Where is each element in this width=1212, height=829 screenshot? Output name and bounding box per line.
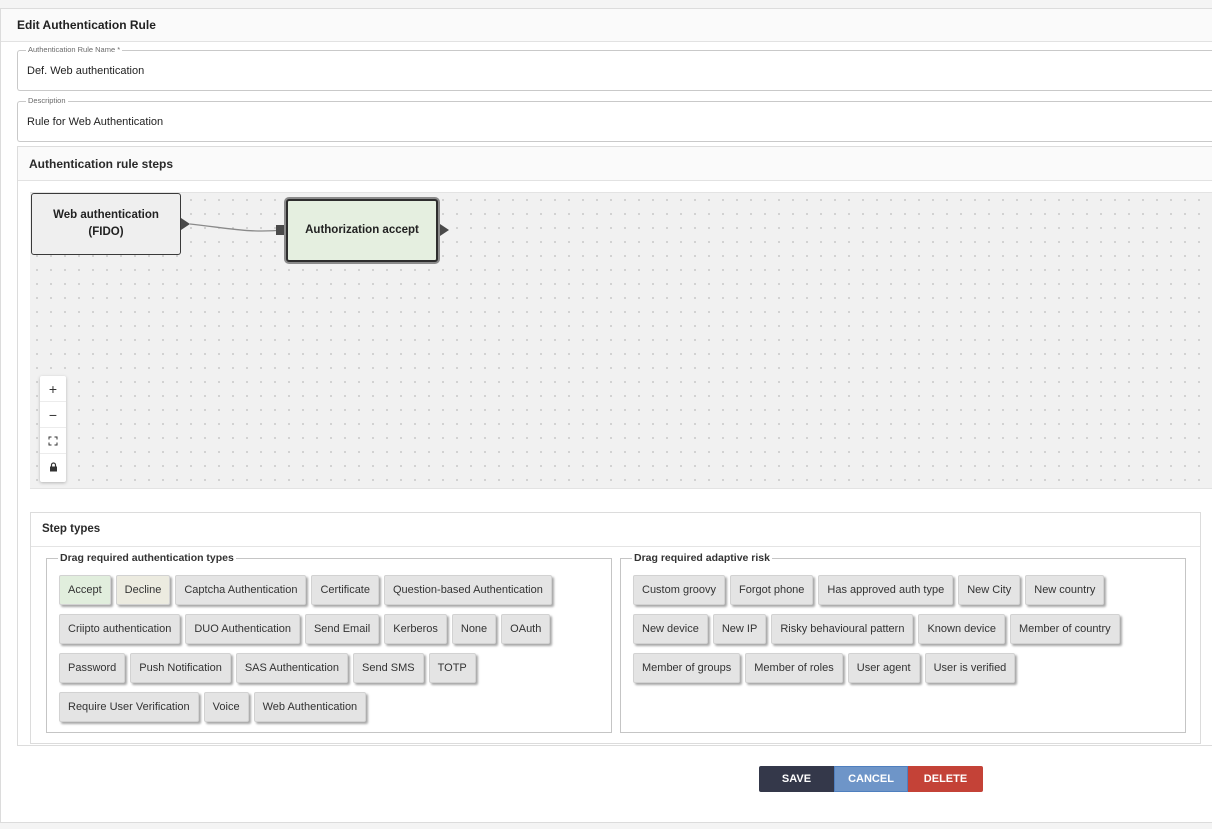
auth-types-legend: Drag required authentication types xyxy=(60,552,234,564)
node-accept-input-port[interactable] xyxy=(276,225,284,235)
step-chip-push-notification[interactable]: Push Notification xyxy=(130,653,231,683)
adaptive-risk-legend: Drag required adaptive risk xyxy=(634,552,770,564)
node-authorization-accept[interactable]: Authorization accept xyxy=(286,199,438,262)
adaptive-risk-list: Custom groovy Forgot phone Has approved au… xyxy=(633,575,1183,692)
step-chip-certificate[interactable]: Certificate xyxy=(311,575,379,605)
description-field[interactable]: Description xyxy=(17,96,1212,142)
step-chip-member-of-country[interactable]: Member of country xyxy=(1009,614,1120,644)
step-chip-user-is-verified[interactable]: User is verified xyxy=(924,653,1016,683)
step-types-title: Step types xyxy=(42,523,101,535)
step-chip-member-of-groups[interactable]: Member of groups xyxy=(633,653,741,683)
step-chip-forgot-phone[interactable]: Forgot phone xyxy=(729,575,814,605)
action-buttons: SAVE CANCEL DELETE xyxy=(759,766,983,792)
step-chip-totp[interactable]: TOTP xyxy=(428,653,476,683)
step-types-divider xyxy=(31,546,1200,547)
step-chip-password[interactable]: Password xyxy=(59,653,126,683)
node-web-authentication-output-port[interactable] xyxy=(181,218,190,230)
step-types-section: Step types Drag required authentication … xyxy=(30,512,1201,744)
rule-steps-header: Authentication rule steps xyxy=(18,147,1212,181)
step-chip-kerberos[interactable]: Kerberos xyxy=(384,614,447,644)
step-chip-oauth[interactable]: OAuth xyxy=(501,614,551,644)
step-chip-sas-authentication[interactable]: SAS Authentication xyxy=(235,653,349,683)
rule-steps-title: Authentication rule steps xyxy=(29,157,174,171)
step-chip-risky-behavioural-pattern[interactable]: Risky behavioural pattern xyxy=(771,614,914,644)
step-chip-duo-authentication[interactable]: DUO Authentication xyxy=(185,614,300,644)
node-accept-output-port[interactable] xyxy=(440,224,449,236)
node-web-authentication-label: Web authentication (FIDO) xyxy=(53,209,159,238)
panel-header: Edit Authentication Rule xyxy=(1,9,1212,42)
step-chip-question-based-authentication[interactable]: Question-based Authentication xyxy=(384,575,552,605)
step-chip-voice[interactable]: Voice xyxy=(203,692,249,722)
cancel-button[interactable]: CANCEL xyxy=(834,766,908,792)
step-chip-captcha-authentication[interactable]: Captcha Authentication xyxy=(175,575,307,605)
step-chip-decline[interactable]: Decline xyxy=(115,575,171,605)
rule-name-label: Authentication Rule Name * xyxy=(26,45,123,54)
step-chip-has-approved-auth-type[interactable]: Has approved auth type xyxy=(818,575,954,605)
description-label: Description xyxy=(26,96,68,105)
lock-button[interactable] xyxy=(40,454,66,480)
step-chip-new-city[interactable]: New City xyxy=(958,575,1021,605)
rule-steps-section: Authentication rule steps Web authentica… xyxy=(17,146,1212,746)
auth-types-group: Drag required authentication types Accep… xyxy=(46,552,612,733)
fit-view-icon xyxy=(48,436,58,445)
step-chip-criipto-authentication[interactable]: Criipto authentication xyxy=(59,614,181,644)
step-chip-new-country[interactable]: New country xyxy=(1025,575,1105,605)
step-chip-new-device[interactable]: New device xyxy=(633,614,708,644)
flow-canvas[interactable]: Web authentication (FIDO) Authorization … xyxy=(30,192,1212,489)
step-chip-new-ip[interactable]: New IP xyxy=(712,614,767,644)
step-chip-member-of-roles[interactable]: Member of roles xyxy=(745,653,843,683)
page-title: Edit Authentication Rule xyxy=(17,18,156,32)
step-chip-user-agent[interactable]: User agent xyxy=(847,653,920,683)
step-chip-web-authentication[interactable]: Web Authentication xyxy=(253,692,367,722)
description-input[interactable] xyxy=(27,116,1027,128)
save-button[interactable]: SAVE xyxy=(759,766,834,792)
step-chip-none[interactable]: None xyxy=(451,614,497,644)
step-chip-require-user-verification[interactable]: Require User Verification xyxy=(59,692,199,722)
rule-name-field[interactable]: Authentication Rule Name * xyxy=(17,45,1212,91)
delete-button[interactable]: DELETE xyxy=(908,766,983,792)
zoom-controls: + − xyxy=(40,376,66,482)
rule-name-input[interactable] xyxy=(27,65,1027,77)
step-chip-send-email[interactable]: Send Email xyxy=(304,614,380,644)
zoom-out-button[interactable]: − xyxy=(40,402,66,428)
zoom-in-button[interactable]: + xyxy=(40,376,66,402)
step-chip-accept[interactable]: Accept xyxy=(59,575,111,605)
node-authorization-accept-label: Authorization accept xyxy=(305,224,419,236)
step-chip-send-sms[interactable]: Send SMS xyxy=(353,653,424,683)
node-web-authentication[interactable]: Web authentication (FIDO) xyxy=(31,193,181,255)
step-chip-custom-groovy[interactable]: Custom groovy xyxy=(633,575,725,605)
lock-icon xyxy=(49,462,57,472)
step-chip-known-device[interactable]: Known device xyxy=(918,614,1005,644)
auth-types-list: Accept Decline Captcha Authentication Certi… xyxy=(59,575,609,731)
adaptive-risk-group: Drag required adaptive risk Custom groov… xyxy=(620,552,1186,733)
fit-view-button[interactable] xyxy=(40,428,66,454)
